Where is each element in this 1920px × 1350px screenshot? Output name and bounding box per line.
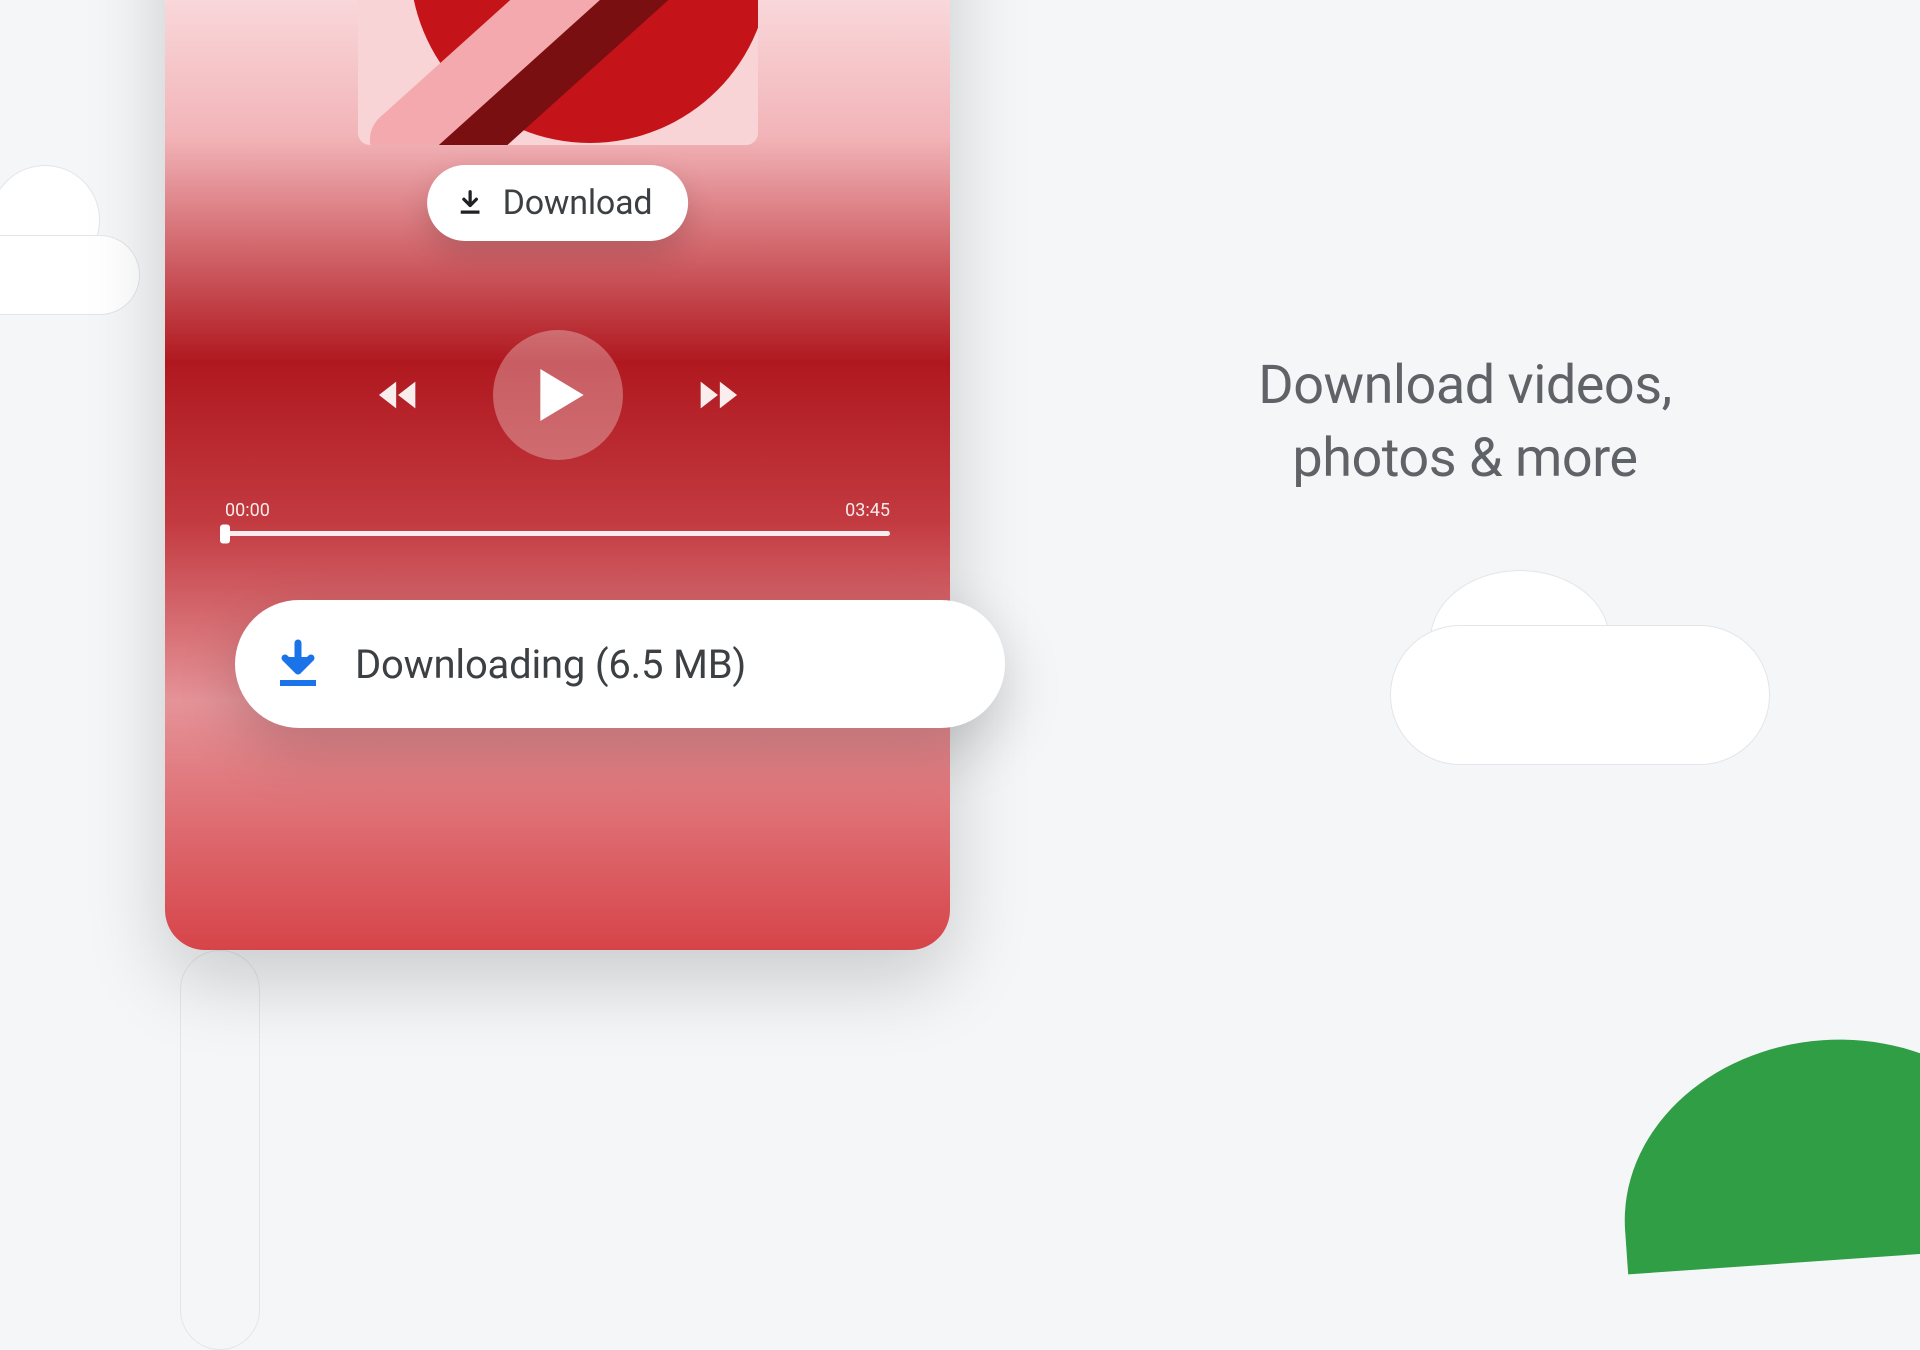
download-icon — [455, 188, 485, 218]
fast-forward-button[interactable] — [693, 377, 739, 413]
rewind-button[interactable] — [377, 377, 423, 413]
download-button[interactable]: Download — [427, 165, 689, 241]
progress-bar[interactable] — [225, 531, 890, 536]
headline-line-2: photos & more — [1090, 423, 1840, 496]
headline-line-1: Download videos, — [1090, 350, 1840, 423]
phone-mockup: Download 00: — [165, 0, 950, 950]
download-progress-icon — [275, 639, 321, 689]
progress-scrubber[interactable] — [220, 524, 230, 543]
hill-shape — [1613, 1026, 1920, 1275]
downloading-status-pill[interactable]: Downloading (6.5 MB) — [235, 600, 1005, 728]
playback-timeline[interactable]: 00:00 03:45 — [225, 500, 890, 536]
cloud-stem-shape — [180, 950, 260, 1350]
cloud-shape — [0, 235, 140, 315]
download-button-label: Download — [503, 183, 653, 223]
album-art — [358, 0, 758, 145]
play-button[interactable] — [493, 330, 623, 460]
time-current: 00:00 — [225, 500, 270, 521]
feature-headline: Download videos, photos & more — [1090, 350, 1840, 496]
cloud-shape — [1390, 625, 1770, 765]
media-controls — [377, 330, 739, 460]
time-total: 03:45 — [845, 500, 890, 521]
downloading-status-label: Downloading (6.5 MB) — [355, 641, 746, 688]
